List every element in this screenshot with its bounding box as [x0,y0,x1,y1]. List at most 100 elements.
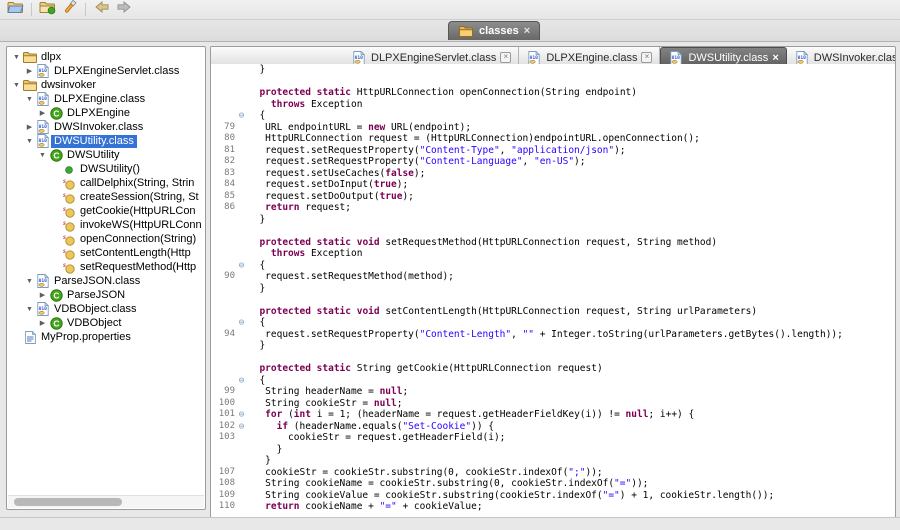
code-editor[interactable]: } protected static HttpURLConnection ope… [211,64,895,517]
tree-expanded-arrow-icon[interactable]: ▼ [11,82,22,89]
close-icon[interactable]: × [772,53,778,63]
svg-text:s: s [62,233,66,241]
back-button[interactable] [91,1,112,18]
tree-item-label: openConnection(String) [77,233,199,246]
line-number: 107 [211,467,235,479]
tree-horizontal-scrollbar[interactable] [8,495,204,508]
tree-item[interactable]: sgetCookie(HttpURLCon [8,204,204,218]
search-button[interactable] [59,1,80,18]
tree-item[interactable]: ▼010DWSUtility.class [8,134,204,148]
tree-item[interactable]: ssetRequestMethod(Http [8,260,204,274]
fold-collapse-icon[interactable]: ⊖ [235,110,248,122]
code-line: 101⊖ for (int i = 1; (headerName = reque… [211,409,895,421]
line-number: 83 [211,168,235,180]
code-text: } [248,283,265,295]
tree-expanded-arrow-icon[interactable]: ▼ [11,54,22,61]
svg-text:C: C [53,318,59,328]
code-text: HttpURLConnection request = (HttpURLConn… [248,133,700,145]
main-area: ▼ dlpx▶010DLPXEngineServlet.class▼dwsinvo… [0,42,900,518]
line-number [211,110,235,122]
code-text: request.setRequestProperty("Content-Type… [248,145,626,157]
code-text: return cookieName + "=" + cookieValue; [248,501,483,513]
code-text: { [248,375,265,387]
line-number [211,248,235,260]
fold-collapse-icon[interactable]: ⊖ [235,409,248,421]
back-arrow-icon [94,0,110,19]
editor-tab-label: DLPXEngine.class [546,52,637,64]
tree-collapsed-arrow-icon[interactable]: ▶ [37,291,48,299]
open-folder-icon [7,0,24,19]
tree-collapsed-arrow-icon[interactable]: ▶ [37,319,48,327]
tree-item[interactable]: screateSession(String, St [8,190,204,204]
tree-expanded-arrow-icon[interactable]: ▼ [37,152,48,159]
fold-spacer [235,191,248,203]
window-tab-bar: classes × [0,20,900,42]
fold-spacer [235,455,248,467]
class-icon: C [48,107,64,120]
tree-collapsed-arrow-icon[interactable]: ▶ [24,123,35,131]
fold-spacer [235,363,248,375]
tree-item[interactable]: ▼010DLPXEngine.class [8,92,204,106]
fold-collapse-icon[interactable]: ⊖ [235,421,248,433]
close-icon[interactable]: × [641,52,652,63]
tab-classes[interactable]: classes × [448,21,540,40]
tree-expanded-arrow-icon[interactable]: ▼ [24,278,35,285]
tree-item[interactable]: ▶CDLPXEngine [8,106,204,120]
static-method-icon: s [61,177,77,190]
tree-collapsed-arrow-icon[interactable]: ▶ [24,67,35,75]
tree-item[interactable]: ssetContentLength(Http [8,246,204,260]
line-number [211,306,235,318]
scrollbar-thumb[interactable] [14,498,122,506]
fold-spacer [235,398,248,410]
svg-text:C: C [53,150,59,160]
code-text: cookieStr = cookieStr.substring(0, cooki… [248,467,603,479]
code-line: } [211,340,895,352]
tree-expanded-arrow-icon[interactable]: ▼ [24,306,35,313]
code-text: String cookieStr = null; [248,398,402,410]
tree-item[interactable]: ▼010ParseJSON.class [8,274,204,288]
code-text: request.setUseCaches(false); [248,168,425,180]
tree-item[interactable]: DWSUtility() [8,162,204,176]
tree-item[interactable]: ▶010DWSInvoker.class [8,120,204,134]
svg-text:s: s [62,177,66,185]
tree-item[interactable]: scallDelphix(String, Strin [8,176,204,190]
static-method-icon: s [61,219,77,232]
open-file-button[interactable] [5,1,26,18]
tree-item[interactable]: s openConnection(String) [8,232,204,246]
tree-item[interactable]: ▼dwsinvoker [8,78,204,92]
editor-tab-label: DWSUtility.class [688,52,768,64]
tree-item[interactable]: ▶010DLPXEngineServlet.class [8,64,204,78]
tree-item[interactable]: ▶CVDBObject [8,316,204,330]
tree-item[interactable]: ▼ dlpx [8,50,204,64]
close-icon[interactable]: × [500,52,511,63]
tree-expanded-arrow-icon[interactable]: ▼ [24,96,35,103]
tree-item[interactable]: sinvokeWS(HttpURLConn [8,218,204,232]
code-line: } [211,214,895,226]
code-text: String cookieName = cookieStr.substring(… [248,478,648,490]
editor-tab-label: DWSInvoker.class [814,52,896,64]
tree-expanded-arrow-icon[interactable]: ▼ [24,138,35,145]
fold-spacer [235,76,248,88]
close-icon[interactable]: × [524,26,530,36]
fold-spacer [235,122,248,134]
code-text: for (int i = 1; (headerName = request.ge… [248,409,694,421]
code-line: 86 return request; [211,202,895,214]
fold-collapse-icon[interactable]: ⊖ [235,317,248,329]
open-type-button[interactable] [37,1,58,18]
code-text: String cookieValue = cookieStr.substring… [248,490,774,502]
code-line: throws Exception [211,99,895,111]
fold-spacer [235,490,248,502]
fold-spacer [235,179,248,191]
tree-item[interactable]: ▼010VDBObject.class [8,302,204,316]
forward-button[interactable] [113,1,134,18]
tree-item[interactable]: ▶CParseJSON [8,288,204,302]
svg-text:s: s [62,261,66,269]
fold-collapse-icon[interactable]: ⊖ [235,260,248,272]
line-number: 82 [211,156,235,168]
fold-collapse-icon[interactable]: ⊖ [235,375,248,387]
code-line: ⊖ { [211,110,895,122]
tree-collapsed-arrow-icon[interactable]: ▶ [37,109,48,117]
tree-item-label: dlpx [38,51,64,64]
tree-item[interactable]: ▼CDWSUtility [8,148,204,162]
tree-item[interactable]: MyProp.properties [8,330,204,344]
